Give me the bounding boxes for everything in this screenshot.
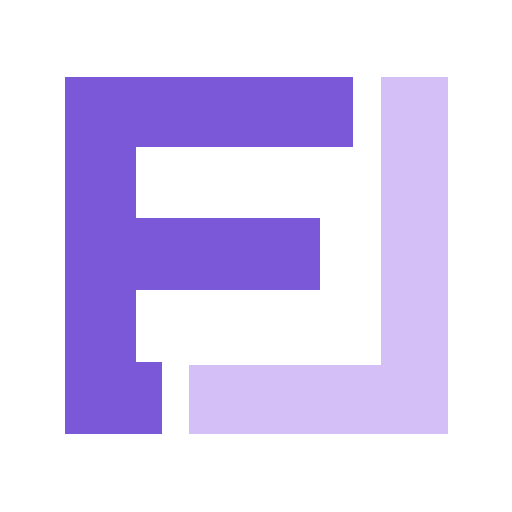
fj-monogram-logo-icon <box>65 77 448 434</box>
app-icon-canvas <box>0 0 512 512</box>
